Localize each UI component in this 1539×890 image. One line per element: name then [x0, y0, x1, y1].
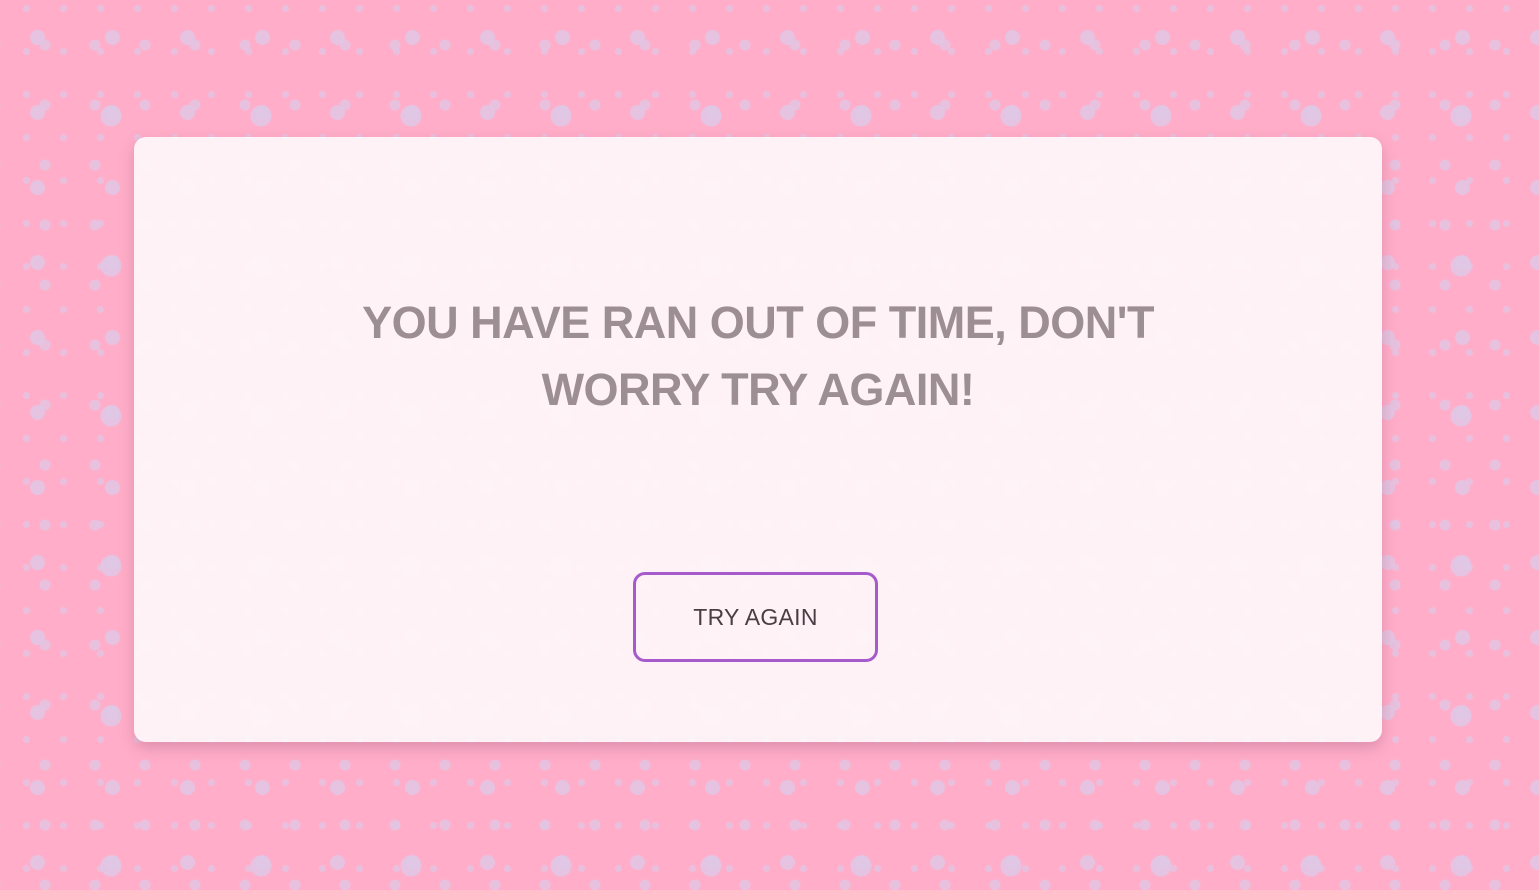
timeout-card: YOU HAVE RAN OUT OF TIME, DON'T WORRY TR…	[134, 137, 1382, 742]
timeout-message: YOU HAVE RAN OUT OF TIME, DON'T WORRY TR…	[362, 297, 1154, 415]
try-again-button[interactable]: TRY AGAIN	[633, 572, 878, 662]
game-over-screen: { "timeout_card": { "message": "YOU HAVE…	[0, 0, 1539, 890]
